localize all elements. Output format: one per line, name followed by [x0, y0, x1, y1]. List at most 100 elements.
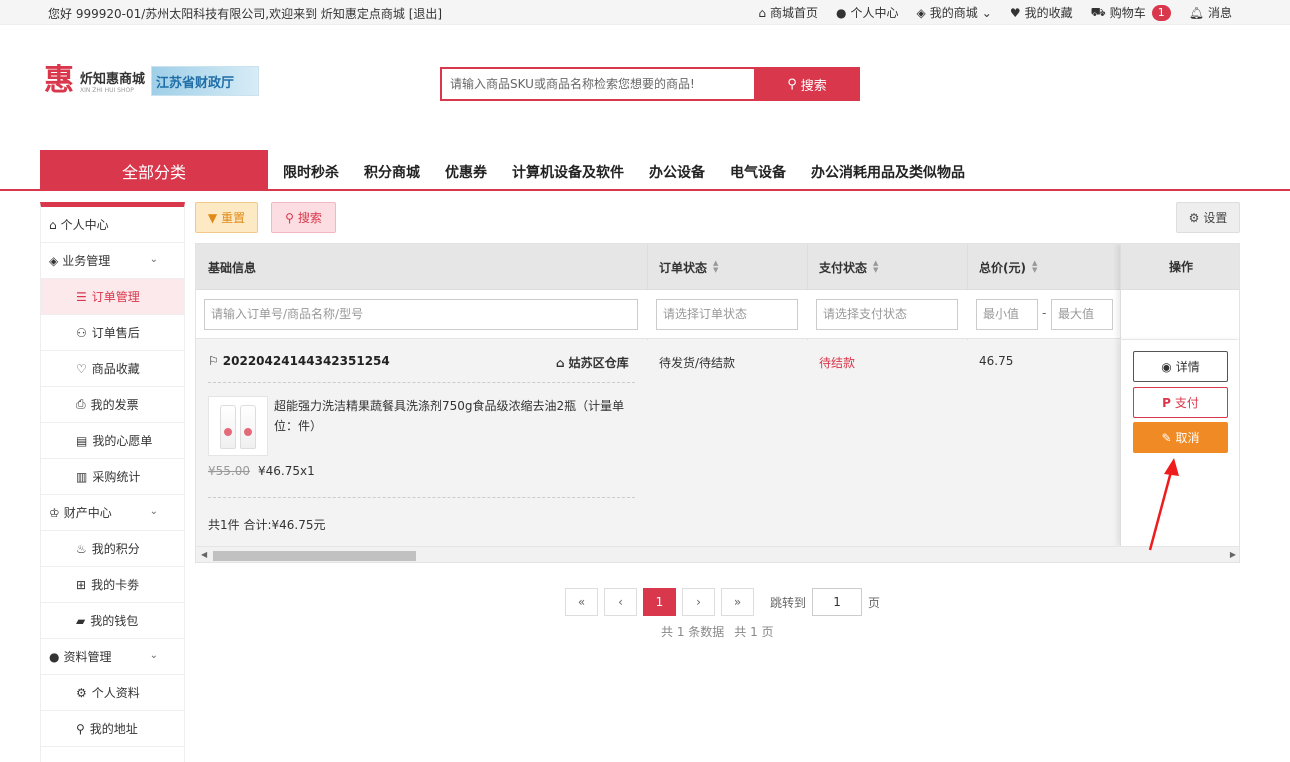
- filter-search-button[interactable]: ⚲ 搜索: [271, 202, 336, 233]
- table-row: ⚐ 20220424144342351254 ⌂ 姑苏区仓库 超能强力洗洁精果蔬餐具…: [196, 340, 1239, 546]
- sidebar-item-wallet[interactable]: ▰ 我的钱包: [41, 603, 184, 639]
- search-input[interactable]: 请输入商品SKU或商品名称检索您想要的商品!: [440, 67, 754, 101]
- header-order-status[interactable]: 订单状态 ▲ ▼: [647, 244, 718, 290]
- sort-icon[interactable]: ▲ ▼: [713, 260, 718, 274]
- scrollbar-thumb[interactable]: [213, 551, 416, 561]
- sidebar-item-profile[interactable]: ⚙ 个人资料: [41, 675, 184, 711]
- all-categories-button[interactable]: 全部分类: [40, 150, 268, 191]
- nav-item-office-equipment[interactable]: 办公设备: [649, 162, 705, 182]
- pager-summary: 共 1 条数据 共 1 页: [661, 623, 774, 640]
- header-total-price[interactable]: 总价(元) ▲ ▼: [967, 244, 1037, 290]
- wallet-icon: ▰: [76, 613, 86, 628]
- horizontal-scrollbar[interactable]: ◀ ▶: [196, 546, 1239, 562]
- pagination: « ‹ 1 › » 跳转到 1 页: [565, 588, 880, 616]
- header-pay-status[interactable]: 支付状态 ▲ ▼: [807, 244, 878, 290]
- sidebar-item-invoice[interactable]: ⎙ 我的发票: [41, 387, 184, 423]
- chevron-down-icon: ⌄: [981, 5, 992, 20]
- sidebar-group-assets[interactable]: ♔ 财产中心 ⌄: [41, 495, 184, 531]
- sidebar-item-points[interactable]: ♨ 我的积分: [41, 531, 184, 567]
- orders-table: 基础信息 订单状态 ▲ ▼ 支付状态 ▲ ▼ 总价(元) ▲ ▼ 请输入订单号/商品名称/型…: [195, 243, 1240, 563]
- logo-subtitle: XIN ZHI HUI SHOP: [80, 87, 134, 94]
- first-page-button[interactable]: «: [565, 588, 598, 616]
- sort-icon[interactable]: ▲ ▼: [1032, 260, 1037, 274]
- trophy-icon: ♔: [49, 505, 60, 520]
- total-price-value: 46.75: [979, 354, 1014, 368]
- nav-item-points-mall[interactable]: 积分商城: [364, 162, 420, 182]
- prev-page-button[interactable]: ‹: [604, 588, 637, 616]
- sidebar-item-wishlist[interactable]: ▤ 我的心愿单: [41, 423, 184, 459]
- messages-link[interactable]: 🔔︎ 消息: [1189, 4, 1232, 21]
- home-link[interactable]: ⌂ 商城首页: [758, 4, 818, 21]
- last-page-button[interactable]: »: [721, 588, 754, 616]
- sidebar-group-business[interactable]: ◈ 业务管理 ⌄: [41, 243, 184, 279]
- sidebar-item-favorites[interactable]: ♡ 商品收藏: [41, 351, 184, 387]
- sidebar-item-purchase-stats[interactable]: ▥ 采购统计: [41, 459, 184, 495]
- annotation-arrow: [1148, 458, 1179, 551]
- order-number: ⚐ 20220424144342351254: [208, 354, 390, 368]
- max-price-filter[interactable]: 最大值: [1051, 299, 1113, 330]
- order-status-value: 待发货/待结款: [659, 356, 736, 370]
- cart-link[interactable]: ⛟ 购物车 1: [1091, 4, 1171, 21]
- sidebar-group-profile[interactable]: ● 资料管理 ⌄: [41, 639, 184, 675]
- nav-item-coupons[interactable]: 优惠券: [445, 162, 487, 182]
- detail-button[interactable]: ◉ 详情: [1133, 351, 1228, 382]
- product-image[interactable]: [208, 396, 268, 456]
- page-unit-label: 页: [868, 595, 881, 610]
- nav-item-computer[interactable]: 计算机设备及软件: [512, 162, 624, 182]
- product-name[interactable]: 超能强力洗洁精果蔬餐具洗涤剂750g食品级浓缩去油2瓶（计量单位：件）: [274, 396, 634, 436]
- cancel-button[interactable]: ✎ 取消: [1133, 422, 1228, 453]
- settings-button[interactable]: ⚙ 设置: [1176, 202, 1240, 233]
- sort-icon[interactable]: ▲ ▼: [873, 260, 878, 274]
- filter-icon: ▼: [207, 210, 218, 225]
- order-keyword-filter[interactable]: 请输入订单号/商品名称/型号: [204, 299, 638, 330]
- chevron-down-icon: ⌄: [149, 254, 158, 265]
- sidebar-item-coupons[interactable]: ⊞ 我的卡劵: [41, 567, 184, 603]
- jump-page-input[interactable]: 1: [812, 588, 863, 616]
- next-page-button[interactable]: ›: [682, 588, 715, 616]
- page-1-button[interactable]: 1: [643, 588, 676, 616]
- site-logo[interactable]: 惠 炘知惠商城 XIN ZHI HUI SHOP 江苏省财政厅: [44, 66, 260, 96]
- map-pin-icon: ⚲: [76, 721, 85, 736]
- range-separator: -: [1042, 306, 1047, 320]
- warehouse: ⌂ 姑苏区仓库: [556, 355, 629, 371]
- reset-button[interactable]: ▼ 重置: [195, 202, 258, 233]
- original-price: ¥55.00: [208, 464, 250, 478]
- gift-icon: ⊞: [76, 577, 87, 592]
- nav-item-office-supplies[interactable]: 办公消耗用品及类似物品: [811, 162, 965, 182]
- chevron-down-icon: ⌄: [149, 506, 158, 517]
- cart-icon: ⛟: [1090, 4, 1106, 19]
- sidebar-item-order-management[interactable]: ☰ 订单管理: [41, 279, 184, 315]
- bell-icon: 🔔︎: [1188, 5, 1204, 20]
- min-price-filter[interactable]: 最小值: [976, 299, 1038, 330]
- nav-item-flash-sale[interactable]: 限时秒杀: [283, 162, 339, 182]
- sidebar-item-address[interactable]: ⚲ 我的地址: [41, 711, 184, 747]
- search-bar: 请输入商品SKU或商品名称检索您想要的商品! ⚲ 搜索: [440, 67, 860, 101]
- my-mall-dropdown[interactable]: ◈ 我的商城 ⌄: [917, 4, 992, 21]
- brush-icon: ✎: [1161, 430, 1172, 445]
- personal-center-link[interactable]: ● 个人中心: [836, 4, 899, 21]
- search-button[interactable]: ⚲ 搜索: [754, 67, 860, 101]
- unit-price-qty: ¥46.75x1: [258, 464, 315, 478]
- heart-icon: ♥: [1009, 5, 1021, 20]
- order-status-filter[interactable]: 请选择订单状态: [656, 299, 798, 330]
- search-icon: ⚲: [787, 76, 797, 92]
- sidebar-item-personal-center[interactable]: ⌂ 个人中心: [41, 207, 184, 243]
- favorites-link[interactable]: ♥ 我的收藏: [1010, 4, 1073, 21]
- pay-status-filter[interactable]: 请选择支付状态: [816, 299, 958, 330]
- filter-row: 请输入订单号/商品名称/型号 请选择订单状态 请选择支付状态 最小值 - 最大值: [196, 290, 1239, 339]
- home-icon: ⌂: [49, 217, 57, 232]
- page-jump: 跳转到 1 页: [770, 588, 880, 616]
- logo-name: 炘知惠商城: [80, 72, 146, 87]
- gov-logo: 江苏省财政厅: [151, 66, 260, 96]
- gear-icon: ⚙: [1188, 210, 1200, 225]
- divider: [208, 382, 635, 383]
- nav-item-electrical[interactable]: 电气设备: [730, 162, 786, 182]
- gear-icon: ⚙: [76, 685, 87, 700]
- scroll-right-icon[interactable]: ▶: [1230, 550, 1236, 559]
- pay-button[interactable]: P 支付: [1133, 387, 1228, 418]
- divider: [208, 497, 635, 498]
- scroll-left-icon[interactable]: ◀: [201, 550, 207, 559]
- total-pages: 共 1 页: [734, 625, 774, 639]
- sidebar-item-after-sale[interactable]: ⚇ 订单售后: [41, 315, 184, 351]
- bar-chart-icon: ▥: [76, 469, 88, 484]
